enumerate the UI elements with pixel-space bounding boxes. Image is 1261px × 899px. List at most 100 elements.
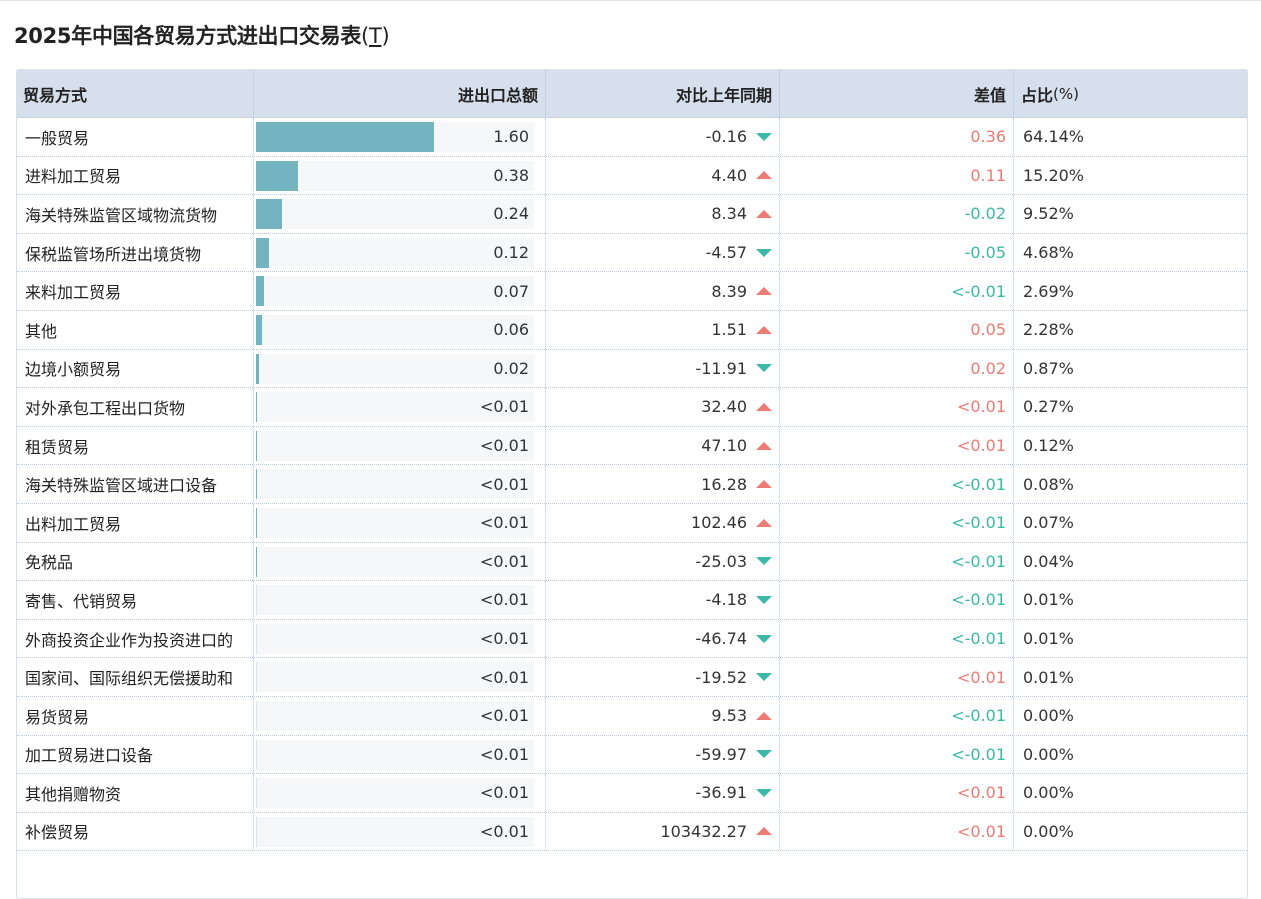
- unit-close: ): [381, 24, 390, 48]
- share-value: 0.01%: [1023, 667, 1074, 687]
- share-cell: 64.14%: [1014, 118, 1247, 156]
- trade-type-cell: 来料加工贸易: [17, 272, 254, 310]
- diff-cell: <0.01: [780, 388, 1014, 426]
- diff-value: <-0.01: [951, 629, 1006, 649]
- yoy-value: 103432.27: [660, 821, 747, 841]
- yoy-cell: 16.28: [546, 465, 780, 503]
- header-share[interactable]: 占比 (%): [1014, 70, 1247, 118]
- total-value: <0.01: [479, 706, 529, 726]
- total-bar-track: [256, 199, 534, 230]
- yoy-value: 32.40: [701, 397, 747, 417]
- page-title: 2025年中国各贸易方式进出口交易表(T): [14, 20, 390, 50]
- yoy-value: -59.97: [695, 744, 747, 764]
- share-value: 0.87%: [1023, 358, 1074, 378]
- table-row[interactable]: 一般贸易 1.60 -0.16 0.36 64.14%: [17, 118, 1247, 157]
- total-value: 0.02: [493, 358, 529, 378]
- unit-toggle-link[interactable]: T: [369, 24, 382, 48]
- diff-cell: <-0.01: [780, 735, 1014, 774]
- trade-type-cell: 一般贸易: [17, 118, 254, 156]
- total-bar: [256, 662, 257, 693]
- yoy-value: -36.91: [695, 783, 747, 803]
- table-row[interactable]: 租赁贸易 <0.01 47.10 <0.01 0.12%: [17, 426, 1247, 466]
- total-value: 0.24: [493, 204, 529, 224]
- up-arrow-icon: [756, 171, 772, 180]
- header-total[interactable]: 进出口总额: [254, 70, 546, 118]
- table-row[interactable]: 海关特殊监管区域物流货物 0.24 8.34 -0.02 9.52%: [17, 195, 1247, 234]
- share-cell: 0.01%: [1014, 620, 1247, 658]
- table-row[interactable]: 国家间、国际组织无偿援助和 <0.01 -19.52 <0.01 0.01%: [17, 658, 1247, 697]
- up-arrow-icon: [756, 402, 772, 411]
- table-row[interactable]: 补偿贸易 <0.01 103432.27 <0.01 0.00%: [17, 812, 1247, 852]
- total-value: <0.01: [479, 436, 529, 456]
- share-cell: 0.00%: [1014, 774, 1247, 812]
- up-arrow-icon: [756, 711, 772, 720]
- diff-value: <-0.01: [951, 474, 1006, 494]
- total-cell: <0.01: [254, 619, 546, 658]
- total-bar: [256, 469, 257, 500]
- table-row[interactable]: 出料加工贸易 <0.01 102.46 <-0.01 0.07%: [17, 503, 1247, 543]
- yoy-cell: 9.53: [546, 696, 780, 735]
- total-cell: 0.38: [254, 156, 546, 195]
- share-cell: 0.01%: [1014, 581, 1247, 619]
- trade-type-name: 其他捐赠物资: [25, 784, 122, 804]
- table-row[interactable]: 免税品 <0.01 -25.03 <-0.01 0.04%: [17, 542, 1247, 582]
- yoy-cell: 8.34: [546, 195, 780, 233]
- table-row[interactable]: 其他捐赠物资 <0.01 -36.91 <0.01 0.00%: [17, 774, 1247, 813]
- trade-type-name: 寄售、代销贸易: [25, 591, 138, 611]
- diff-value: -0.05: [964, 243, 1006, 263]
- total-cell: <0.01: [254, 812, 546, 851]
- header-trade-type[interactable]: 贸易方式: [17, 70, 254, 118]
- total-value: 0.12: [493, 243, 529, 263]
- diff-cell: <0.01: [780, 658, 1014, 696]
- table-row[interactable]: 对外承包工程出口货物 <0.01 32.40 <0.01 0.27%: [17, 388, 1247, 427]
- table-row[interactable]: 寄售、代销贸易 <0.01 -4.18 <-0.01 0.01%: [17, 581, 1247, 620]
- unit-open: (: [361, 24, 369, 48]
- table-row[interactable]: 加工贸易进口设备 <0.01 -59.97 <-0.01 0.00%: [17, 735, 1247, 775]
- diff-cell: <0.01: [780, 774, 1014, 812]
- trade-type-cell: 其他: [17, 310, 254, 349]
- trade-type-cell: 租赁贸易: [17, 426, 254, 465]
- diff-value: <0.01: [956, 821, 1006, 841]
- diff-cell: <-0.01: [780, 272, 1014, 310]
- table-row[interactable]: 海关特殊监管区域进口设备 <0.01 16.28 <-0.01 0.08%: [17, 465, 1247, 504]
- table-row[interactable]: 外商投资企业作为投资进口的 <0.01 -46.74 <-0.01 0.01%: [17, 619, 1247, 659]
- yoy-value: -0.16: [705, 127, 747, 147]
- total-bar: [256, 816, 257, 847]
- table-row[interactable]: 易货贸易 <0.01 9.53 <-0.01 0.00%: [17, 696, 1247, 736]
- header-share-unit: (%): [1053, 85, 1079, 103]
- share-cell: 15.20%: [1014, 157, 1247, 195]
- trade-type-name: 其他: [25, 321, 58, 341]
- share-cell: 9.52%: [1014, 195, 1247, 233]
- share-value: 64.14%: [1023, 127, 1085, 147]
- up-arrow-icon: [756, 209, 772, 218]
- yoy-cell: -19.52: [546, 658, 780, 696]
- yoy-cell: -36.91: [546, 774, 780, 812]
- diff-cell: <-0.01: [780, 619, 1014, 658]
- up-arrow-icon: [756, 441, 772, 450]
- total-bar-track: [256, 237, 534, 268]
- share-cell: 0.04%: [1014, 543, 1247, 581]
- trade-type-cell: 外商投资企业作为投资进口的: [17, 619, 254, 658]
- trade-type-cell: 国家间、国际组织无偿援助和: [17, 658, 254, 696]
- share-cell: 0.12%: [1014, 427, 1247, 465]
- total-value: 0.07: [493, 281, 529, 301]
- table-row[interactable]: 其他 0.06 1.51 0.05 2.28%: [17, 310, 1247, 350]
- header-yoy[interactable]: 对比上年同期: [546, 70, 780, 118]
- share-value: 15.20%: [1023, 165, 1085, 185]
- table-row[interactable]: 来料加工贸易 0.07 8.39 <-0.01 2.69%: [17, 272, 1247, 311]
- total-cell: <0.01: [254, 581, 546, 619]
- header-diff[interactable]: 差值: [780, 70, 1014, 118]
- yoy-cell: -4.57: [546, 233, 780, 272]
- total-value: <0.01: [479, 667, 529, 687]
- diff-cell: <-0.01: [780, 542, 1014, 581]
- trade-type-cell: 边境小额贸易: [17, 349, 254, 388]
- table-row[interactable]: 边境小额贸易 0.02 -11.91 0.02 0.87%: [17, 349, 1247, 389]
- trade-type-name: 海关特殊监管区域进口设备: [25, 476, 218, 496]
- diff-value: <-0.01: [951, 281, 1006, 301]
- table-row[interactable]: 保税监管场所进出境货物 0.12 -4.57 -0.05 4.68%: [17, 233, 1247, 273]
- table-row[interactable]: 进料加工贸易 0.38 4.40 0.11 15.20%: [17, 156, 1247, 196]
- share-value: 2.69%: [1023, 281, 1074, 301]
- diff-cell: 0.36: [780, 118, 1014, 156]
- total-bar: [256, 199, 282, 230]
- total-value: <0.01: [479, 397, 529, 417]
